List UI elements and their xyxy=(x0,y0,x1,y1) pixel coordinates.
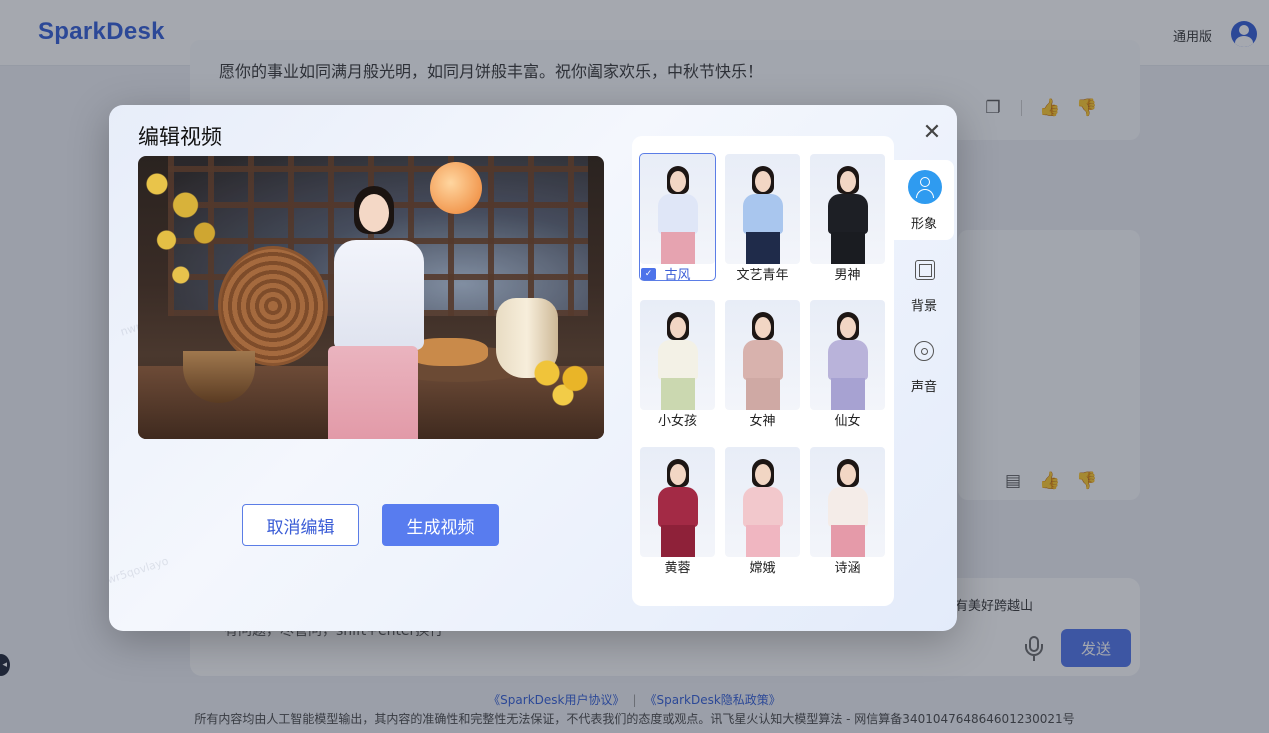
avatar-label: 嫦娥 xyxy=(749,561,776,576)
person-icon xyxy=(908,170,942,204)
avatar-option[interactable]: 仙女 xyxy=(810,300,887,430)
cancel-edit-button[interactable]: 取消编辑 xyxy=(242,504,359,546)
avatar-skirt xyxy=(328,346,418,439)
avatar-option[interactable]: 女神 xyxy=(725,300,802,430)
tab-label: 形象 xyxy=(910,217,937,232)
voice-icon xyxy=(914,341,934,361)
avatar-option[interactable]: 诗涵 xyxy=(810,447,887,577)
large-mooncake xyxy=(218,246,328,366)
avatar-thumbnail xyxy=(725,154,800,264)
osmanthus-flowers xyxy=(138,156,233,296)
avatar-option[interactable]: 黄蓉 xyxy=(640,447,717,577)
avatar-top xyxy=(334,240,424,350)
avatar-label: 诗涵 xyxy=(834,561,861,576)
avatar-label: 古风 xyxy=(664,268,691,283)
tab-avatar[interactable]: 形象 xyxy=(894,160,954,240)
avatar-label: 仙女 xyxy=(834,414,861,429)
modal-title: 编辑视频 xyxy=(138,125,222,149)
generate-video-button[interactable]: 生成视频 xyxy=(382,504,499,546)
avatar-label: 黄蓉 xyxy=(664,561,691,576)
tab-rail: 形象 背景 声音 xyxy=(894,160,956,410)
avatar-label: 文艺青年 xyxy=(736,268,789,283)
avatar-face xyxy=(359,194,389,232)
tab-label: 声音 xyxy=(910,380,937,395)
edit-video-modal: nwr5qovlayo nwr5qovlayo 编辑视频 ✕ 取消编辑 生成视频… xyxy=(109,105,957,631)
avatar-label: 小女孩 xyxy=(657,414,697,429)
avatar-thumbnail xyxy=(810,447,885,557)
avatar-label: 男神 xyxy=(834,268,861,283)
avatar-option[interactable]: 男神 xyxy=(810,154,887,284)
avatar-option[interactable]: 文艺青年 xyxy=(725,154,802,284)
watermark: nwr5qovlayo xyxy=(109,554,171,589)
tab-label: 背景 xyxy=(910,299,937,314)
avatar-thumbnail xyxy=(810,300,885,410)
avatar-thumbnail xyxy=(640,300,715,410)
avatar-thumbnail xyxy=(725,300,800,410)
close-icon[interactable]: ✕ xyxy=(920,121,944,145)
tab-voice[interactable]: 声音 xyxy=(894,323,954,403)
avatar-panel: ✓ 古风文艺青年 男神小女孩 女神 仙女黄蓉 嫦娥 诗涵 xyxy=(632,136,894,606)
moon xyxy=(430,162,482,214)
video-preview xyxy=(138,156,604,439)
avatar-label: 女神 xyxy=(749,414,776,429)
avatar-thumbnail xyxy=(725,447,800,557)
chrysanthemum xyxy=(523,351,603,406)
background-icon xyxy=(915,260,935,280)
avatar-option[interactable]: 小女孩 xyxy=(640,300,717,430)
avatar-option[interactable]: ✓ 古风 xyxy=(639,153,717,284)
avatar-thumbnail xyxy=(810,154,885,264)
avatar-option[interactable]: 嫦娥 xyxy=(725,447,802,577)
avatar-thumbnail xyxy=(640,447,715,557)
selected-frame xyxy=(639,153,716,281)
tab-background[interactable]: 背景 xyxy=(894,242,954,322)
